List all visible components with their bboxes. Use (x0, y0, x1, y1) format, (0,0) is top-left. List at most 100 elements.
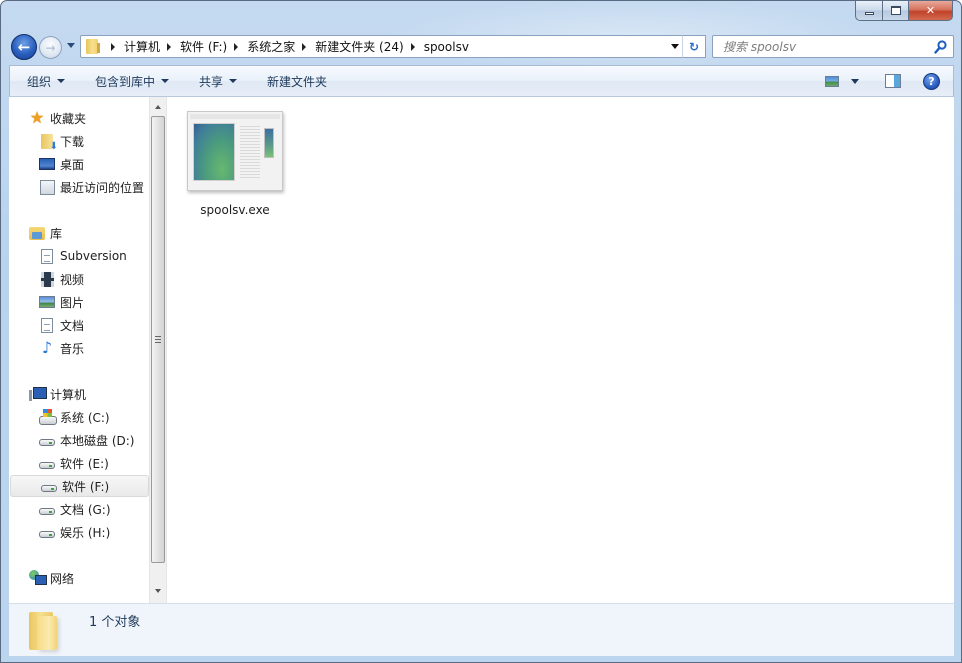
new-folder-button[interactable]: 新建文件夹 (267, 73, 327, 90)
sidebar-label: 网络 (50, 571, 75, 586)
include-in-library-label: 包含到库中 (95, 74, 156, 89)
include-in-library-menu[interactable]: 包含到库中 (95, 73, 170, 90)
sidebar-label: 桌面 (60, 157, 85, 172)
breadcrumb-new-folder-24[interactable]: 新建文件夹 (24) (315, 38, 403, 55)
desktop-icon (39, 156, 55, 172)
sidebar-label: 音乐 (60, 341, 85, 356)
help-icon[interactable]: ? (923, 72, 940, 90)
documents-icon (39, 317, 55, 333)
navigation-row: ← → 计算机 软件 (F:) 系统之家 新建文件夹 (24) spoolsv … (9, 33, 955, 61)
drive-icon (39, 501, 55, 517)
sidebar-label: 本地磁盘 (D:) (60, 433, 135, 448)
view-controls: ? (825, 66, 953, 96)
address-history-dropdown[interactable] (671, 44, 679, 49)
scroll-down-button[interactable] (150, 583, 166, 599)
breadcrumb-separator[interactable] (111, 42, 115, 51)
sidebar-item-drive-d[interactable]: 本地磁盘 (D:) (9, 429, 149, 451)
sidebar-item-drive-f[interactable]: 软件 (F:) (10, 475, 149, 497)
navigation-pane: ★ 收藏夹 下载 桌面 最近访问的位置 库 Subvers (9, 97, 167, 603)
change-view-icon[interactable] (825, 75, 839, 87)
explorer-window: ✕ ← → 计算机 软件 (F:) 系统之家 新建文件夹 (24) spools… (0, 0, 962, 663)
sidebar-item-recent-places[interactable]: 最近访问的位置 (9, 176, 149, 198)
folder-icon (29, 612, 65, 652)
item-count: 1 个对象 (89, 615, 141, 630)
file-name: spoolsv.exe (200, 203, 270, 217)
grip-icon (155, 336, 161, 343)
refresh-button[interactable]: ↻ (682, 35, 706, 58)
sidebar-label: 库 (50, 226, 63, 241)
sidebar-item-drive-e[interactable]: 软件 (E:) (9, 452, 149, 474)
minimize-icon (864, 12, 874, 15)
sidebar-item-pictures[interactable]: 图片 (9, 291, 149, 313)
drive-icon (39, 432, 55, 448)
sidebar-label: 软件 (F:) (62, 479, 110, 494)
back-button[interactable]: ← (11, 34, 37, 60)
share-label: 共享 (199, 74, 224, 89)
sidebar-label: 文档 (G:) (60, 502, 111, 517)
video-icon (39, 271, 55, 287)
sidebar-label: 文档 (60, 318, 85, 333)
sidebar-item-network[interactable]: 网络 (9, 567, 149, 589)
close-icon: ✕ (925, 4, 936, 17)
organize-menu[interactable]: 组织 (27, 73, 66, 90)
star-icon: ★ (29, 108, 45, 127)
network-icon (29, 570, 47, 586)
sidebar-label: 系统 (C:) (60, 410, 110, 425)
maximize-button[interactable] (882, 1, 908, 21)
library-icon (29, 225, 45, 241)
search-input[interactable] (723, 39, 923, 54)
sidebar-scrollbar[interactable] (149, 97, 166, 603)
window-frame-bottom (1, 656, 961, 662)
search-icon[interactable] (934, 40, 947, 54)
breadcrumb-computer[interactable]: 计算机 (124, 38, 160, 55)
file-list-view: spoolsv.exe (167, 97, 954, 603)
computer-icon (29, 386, 47, 402)
sidebar-item-libraries[interactable]: 库 (9, 222, 149, 244)
drive-icon (39, 455, 55, 471)
breadcrumb-separator[interactable] (234, 42, 239, 51)
music-icon: ♪ (41, 338, 53, 357)
command-bar: 组织 包含到库中 共享 新建文件夹 ? (9, 65, 954, 97)
sidebar-item-drive-c[interactable]: 系统 (C:) (9, 406, 149, 428)
breadcrumb-separator[interactable] (167, 42, 172, 51)
sidebar-item-drive-h[interactable]: 娱乐 (H:) (9, 521, 149, 543)
minimize-button[interactable] (855, 1, 882, 21)
chevron-down-icon (229, 79, 238, 83)
sidebar-label: 计算机 (50, 387, 87, 402)
recent-pages-dropdown[interactable] (67, 43, 75, 48)
system-drive-icon (39, 409, 57, 425)
sidebar-label: 下载 (60, 134, 85, 149)
folder-icon (86, 39, 100, 54)
sidebar-label: Subversion (60, 249, 127, 263)
sidebar-item-documents[interactable]: 文档 (9, 314, 149, 336)
breadcrumb-separator[interactable] (302, 42, 307, 51)
sidebar-item-downloads[interactable]: 下载 (9, 130, 149, 152)
address-bar[interactable]: 计算机 软件 (F:) 系统之家 新建文件夹 (24) spoolsv (80, 35, 684, 58)
breadcrumb-xitongzhijia[interactable]: 系统之家 (247, 38, 295, 55)
forward-button[interactable]: → (39, 36, 62, 59)
sidebar-item-desktop[interactable]: 桌面 (9, 153, 149, 175)
breadcrumb-spoolsv[interactable]: spoolsv (424, 40, 469, 54)
chevron-down-icon (161, 79, 170, 83)
close-button[interactable]: ✕ (908, 1, 953, 21)
file-item[interactable]: spoolsv.exe (185, 111, 285, 217)
scroll-up-button[interactable] (150, 99, 166, 115)
sidebar-item-drive-g[interactable]: 文档 (G:) (9, 498, 149, 520)
pictures-icon (39, 294, 55, 310)
sidebar-item-videos[interactable]: 视频 (9, 268, 149, 290)
scrollbar-thumb[interactable] (151, 116, 165, 563)
share-menu[interactable]: 共享 (199, 73, 238, 90)
sidebar-label: 软件 (E:) (60, 456, 109, 471)
document-library-icon (39, 248, 55, 264)
help-glyph: ? (928, 74, 935, 88)
sidebar-item-music[interactable]: ♪ 音乐 (9, 337, 149, 359)
sidebar-item-subversion[interactable]: Subversion (9, 245, 149, 267)
sidebar-item-favorites[interactable]: ★ 收藏夹 (9, 107, 149, 129)
view-options-dropdown[interactable] (851, 78, 859, 84)
sidebar-item-computer[interactable]: 计算机 (9, 383, 149, 405)
breadcrumb-separator[interactable] (410, 42, 415, 51)
preview-pane-icon[interactable] (885, 74, 901, 88)
search-box[interactable] (712, 35, 954, 58)
breadcrumb-drive-f[interactable]: 软件 (F:) (180, 38, 227, 55)
arrow-up-icon (155, 105, 161, 109)
